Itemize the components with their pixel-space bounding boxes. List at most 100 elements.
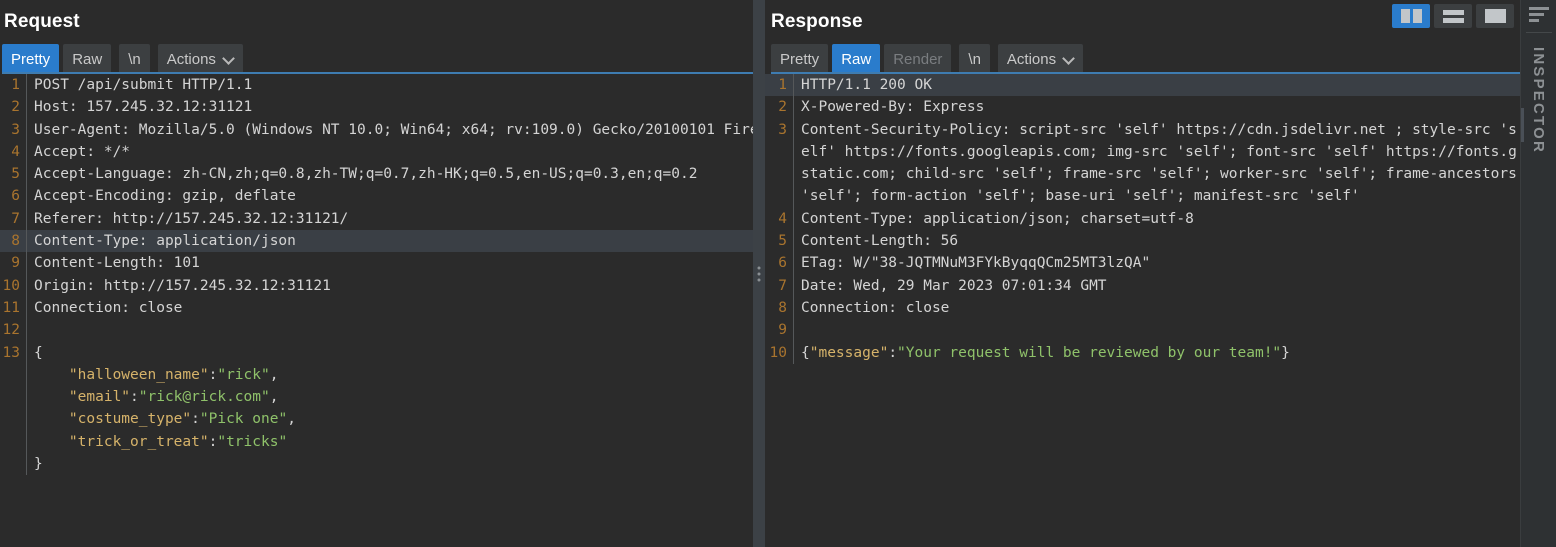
response-code-rows: 1 HTTP/1.1 200 OK 2 X-Powered-By: Express 3 C… (765, 74, 1520, 364)
code-line-text: X-Powered-By: Express (801, 99, 985, 116)
chevron-down-icon (224, 53, 234, 63)
split-horizontal-icon (1442, 9, 1464, 23)
code-line: 10 {"message":"Your request will be revie… (765, 341, 1520, 364)
json-comma: , (269, 389, 279, 406)
tab-request-pretty[interactable]: Pretty (2, 44, 60, 74)
tab-request-pretty-label: Pretty (11, 50, 51, 68)
tab-response-raw[interactable]: Raw (832, 44, 881, 74)
json-value: "rick" (217, 366, 270, 383)
json-key: "halloween_name" (34, 366, 209, 383)
tab-response-actions-label: Actions (1006, 50, 1057, 68)
pane-splitter[interactable] (753, 0, 765, 547)
request-code-rows: 1 POST /api/submit HTTP/1.1 2 Host: 157.245… (0, 74, 753, 476)
response-editor[interactable]: 1 HTTP/1.1 200 OK 2 X-Powered-By: Express 3 C… (765, 74, 1520, 547)
splitter-grip-icon (757, 266, 761, 281)
line-number: 3 (778, 121, 787, 138)
gutter-rule (26, 252, 27, 275)
request-editor[interactable]: 1 POST /api/submit HTTP/1.1 2 Host: 157.245… (0, 74, 753, 547)
gutter-rule (793, 74, 794, 97)
tab-response-pretty[interactable]: Pretty (771, 44, 829, 74)
code-line: 7 Referer: http://157.245.32.12:31121/ (0, 207, 753, 231)
code-line-text: "halloween_name":"rick", (34, 364, 753, 386)
code-line: 1 POST /api/submit HTTP/1.1 (0, 74, 753, 97)
json-brace-close: } (1281, 344, 1290, 361)
panes-container: Request Pretty Raw \n Actions 1 POST /api… (0, 0, 1520, 547)
tab-request-actions-label: Actions (166, 50, 216, 68)
code-line-text: User-Agent: Mozilla/5.0 (Windows NT 10.0… (34, 121, 753, 138)
line-number: 2 (778, 99, 787, 116)
code-line-text: Date: Wed, 29 Mar 2023 07:01:34 GMT (801, 277, 1107, 294)
gutter-rule (793, 319, 794, 342)
split-vertical-icon (1400, 9, 1422, 23)
json-key: "message" (809, 344, 889, 361)
gutter-rule (26, 185, 27, 208)
code-line: 5 Content-Length: 56 (765, 230, 1520, 253)
code-line-text: "costume_type":"Pick one", (34, 408, 753, 430)
code-line-text: Content-Type: application/json; charset=… (801, 210, 1194, 227)
json-key: "trick_or_treat" (34, 433, 209, 450)
line-number: 9 (778, 322, 787, 339)
code-line: 7 Date: Wed, 29 Mar 2023 07:01:34 GMT (765, 274, 1520, 297)
code-line-text: } (34, 456, 43, 473)
code-line-text: Origin: http://157.245.32.12:31121 (34, 277, 331, 294)
inspector-divider (1525, 32, 1552, 33)
code-line: 2 X-Powered-By: Express (765, 96, 1520, 119)
layout-button-split-vertical[interactable] (1392, 4, 1430, 28)
layout-button-group (1390, 2, 1516, 30)
code-line: 11 Connection: close (0, 296, 753, 320)
gutter-rule (26, 408, 27, 431)
tab-response-actions[interactable]: Actions (997, 44, 1084, 74)
response-tabs: Pretty Raw Render \n Actions (765, 44, 1520, 74)
json-comma: , (269, 366, 279, 383)
code-line-text: "trick_or_treat":"tricks" (34, 431, 753, 453)
code-line: 2 Host: 157.245.32.12:31121 (0, 96, 753, 119)
gutter-rule (26, 207, 27, 231)
code-line: 3 Content-Security-Policy: script-src 'se… (765, 118, 1520, 208)
gutter-rule (26, 140, 27, 164)
tab-response-newline-label: \n (968, 50, 981, 68)
gutter-rule (793, 207, 794, 231)
code-line: "trick_or_treat":"tricks" (0, 430, 753, 454)
code-line-text: Accept-Encoding: gzip, deflate (34, 188, 296, 205)
code-line: } (0, 453, 753, 476)
code-line-text: Connection: close (801, 299, 950, 316)
tab-response-pretty-label: Pretty (780, 50, 820, 68)
line-number: 5 (11, 166, 20, 183)
single-pane-icon (1484, 9, 1506, 23)
code-line-text: Content-Security-Policy: script-src 'sel… (801, 121, 1517, 205)
code-line: "halloween_name":"rick", (0, 363, 753, 387)
gutter-rule (26, 430, 27, 454)
gutter-rule (26, 163, 27, 186)
layout-button-split-horizontal[interactable] (1434, 4, 1472, 28)
line-number: 1 (11, 77, 20, 93)
code-line: 3 User-Agent: Mozilla/5.0 (Windows NT 10.… (0, 118, 753, 141)
line-number: 10 (2, 277, 20, 294)
gutter-rule (26, 118, 27, 141)
request-pane: Request Pretty Raw \n Actions 1 POST /api… (0, 0, 753, 547)
line-number: 5 (778, 233, 787, 250)
json-colon: : (888, 344, 898, 361)
code-line-text: Referer: http://157.245.32.12:31121/ (34, 210, 349, 227)
gutter-rule (26, 319, 27, 342)
code-line-text: POST /api/submit HTTP/1.1 (34, 77, 253, 93)
code-line-text: Content-Length: 101 (34, 255, 200, 272)
code-line: 4 Accept: */* (0, 140, 753, 164)
json-key: "email" (34, 389, 131, 406)
tab-request-newline[interactable]: \n (119, 44, 150, 74)
tab-request-raw[interactable]: Raw (63, 44, 112, 74)
tab-response-newline[interactable]: \n (959, 44, 990, 74)
line-number: 13 (2, 344, 20, 361)
gutter-rule (26, 363, 27, 387)
code-line-text: { (34, 344, 43, 361)
line-number: 6 (778, 255, 787, 272)
code-line: 1 HTTP/1.1 200 OK (765, 74, 1520, 97)
layout-button-single-pane[interactable] (1476, 4, 1514, 28)
json-key: "costume_type" (34, 411, 192, 428)
line-number: 10 (769, 344, 787, 361)
line-number: 7 (778, 277, 787, 294)
code-line-text: Connection: close (34, 299, 183, 316)
tab-request-actions[interactable]: Actions (157, 44, 243, 74)
chevron-down-icon (1064, 53, 1074, 63)
json-value: "Pick one" (199, 411, 288, 428)
inspector-sidebar[interactable]: INSPECTOR (1520, 0, 1556, 547)
